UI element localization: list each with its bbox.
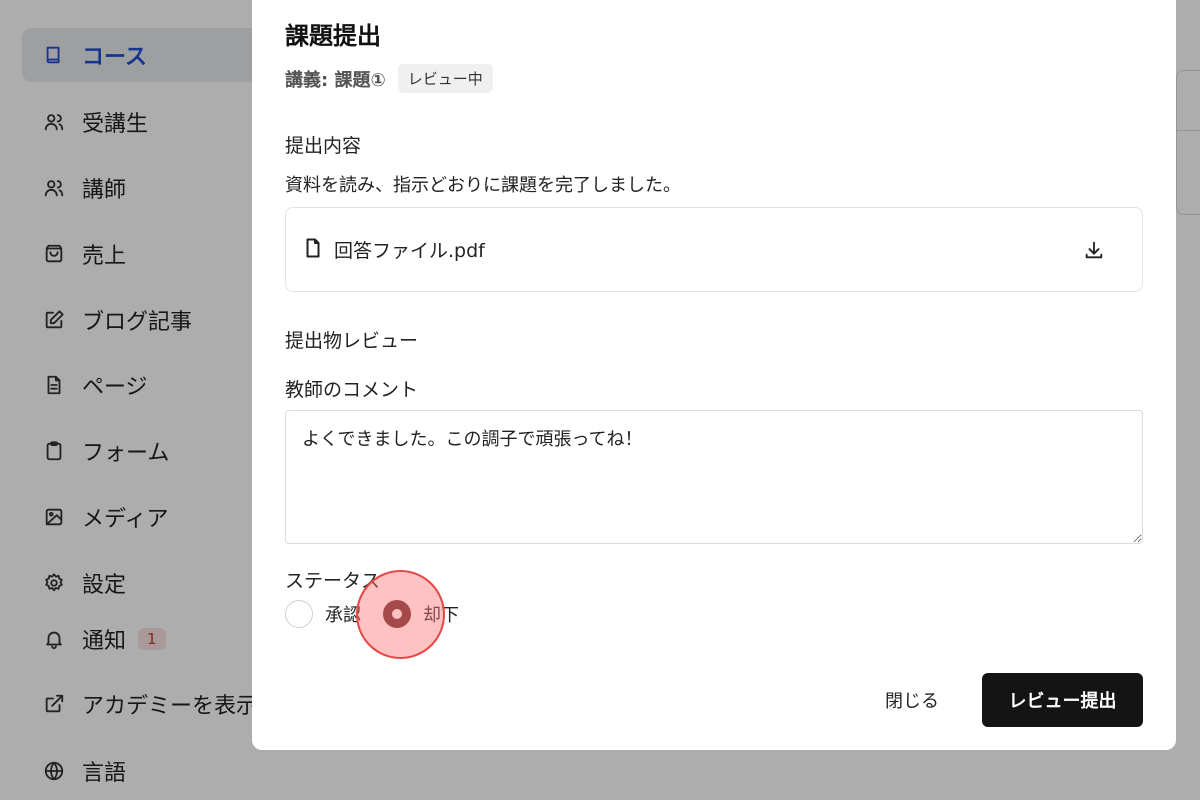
attachment-file: 回答ファイル.pdf — [285, 207, 1143, 292]
file-name: 回答ファイル.pdf — [334, 240, 485, 262]
review-section-label: 提出物レビュー — [285, 330, 419, 352]
lecture-name: 講義: 課題① — [285, 69, 386, 91]
teacher-comment-textarea[interactable]: よくできました。この調子で頑張ってね！ — [285, 410, 1143, 544]
submit-review-button[interactable]: レビュー提出 — [982, 673, 1143, 727]
approve-radio[interactable] — [285, 600, 313, 628]
lecture-meta: 講義: 課題① レビュー中 — [285, 64, 493, 93]
submission-text: 資料を読み、指示どおりに課題を完了しました。 — [285, 175, 681, 196]
submission-content-label: 提出内容 — [285, 135, 362, 157]
download-icon[interactable] — [1082, 238, 1106, 262]
teacher-comment-label: 教師のコメント — [285, 379, 419, 401]
modal-title: 課題提出 — [285, 22, 381, 50]
file-icon — [304, 238, 322, 262]
click-indicator — [356, 570, 445, 659]
close-button[interactable]: 閉じる — [872, 673, 952, 727]
status-badge: レビュー中 — [397, 64, 493, 93]
